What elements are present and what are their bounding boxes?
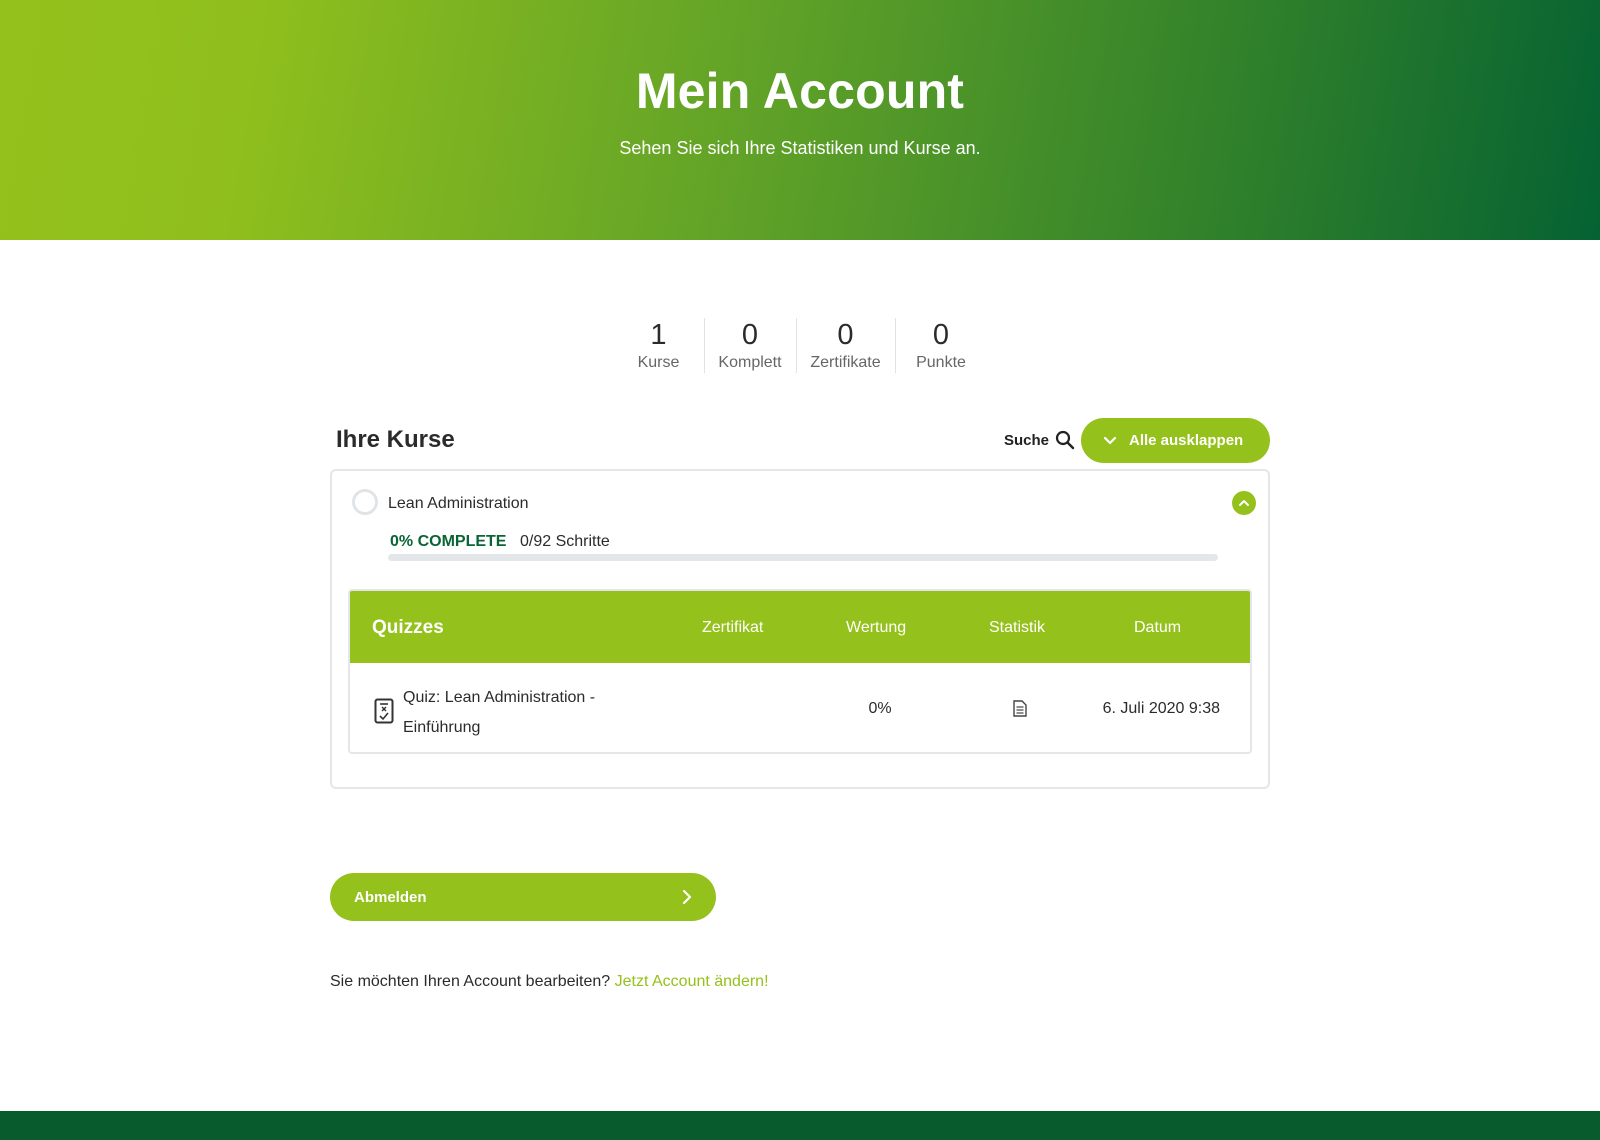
- logout-label: Abmelden: [354, 888, 427, 906]
- stat-label: Komplett: [718, 354, 782, 371]
- chevron-up-icon: [1239, 500, 1249, 506]
- chevron-right-icon: [682, 889, 692, 905]
- quiz-table: Quizzes Zertifikat Wertung Statistik Dat…: [348, 589, 1252, 754]
- footer: [0, 1111, 1600, 1140]
- stat-label: Zertifikate: [810, 354, 881, 371]
- search-label: Suche: [1004, 431, 1050, 449]
- stat-complete: 0 Komplett: [703, 318, 796, 373]
- statistics-document-icon[interactable]: [1013, 700, 1027, 717]
- stat-points: 0 Punkte: [894, 318, 987, 373]
- page-subtitle: Sehen Sie sich Ihre Statistiken und Kurs…: [619, 138, 981, 158]
- course-title-link[interactable]: Lean Administration: [388, 495, 529, 513]
- edit-account-text: Sie möchten Ihren Account bearbeiten? Je…: [330, 973, 769, 991]
- table-row: Quiz: Lean Administration - Einführung 0…: [350, 663, 1250, 752]
- stats-bar: 1 Kurse 0 Komplett 0 Zertifikate 0 Punkt…: [0, 318, 1600, 373]
- courses-heading: Ihre Kurse: [336, 426, 455, 453]
- stat-courses: 1 Kurse: [614, 318, 704, 373]
- header-certificate: Zertifikat: [702, 619, 764, 636]
- stat-certificates: 0 Zertifikate: [795, 318, 895, 373]
- quiz-table-header: Quizzes Zertifikat Wertung Statistik Dat…: [350, 591, 1250, 663]
- search-icon: [1055, 430, 1075, 450]
- header-date: Datum: [1134, 619, 1182, 636]
- quiz-score: 0%: [868, 700, 892, 717]
- expand-all-label: Alle ausklappen: [1129, 432, 1244, 449]
- progress-bar: [388, 554, 1218, 561]
- stat-value: 0: [741, 319, 759, 351]
- logout-button[interactable]: Abmelden: [330, 873, 716, 921]
- search-toggle[interactable]: Suche: [1004, 430, 1075, 450]
- stat-label: Punkte: [916, 354, 966, 371]
- edit-account-prompt: Sie möchten Ihren Account bearbeiten?: [330, 973, 611, 990]
- stat-value: 0: [837, 319, 854, 351]
- quiz-title-link[interactable]: Quiz: Lean Administration - Einführung: [403, 683, 633, 743]
- course-status-indicator: [352, 489, 378, 515]
- stat-label: Kurse: [637, 354, 680, 371]
- collapse-course-button[interactable]: [1232, 491, 1256, 515]
- stat-value: 1: [650, 319, 667, 351]
- header-score: Wertung: [846, 619, 907, 636]
- page-header: Mein Account Sehen Sie sich Ihre Statist…: [0, 0, 1600, 240]
- chevron-down-icon: [1103, 436, 1117, 444]
- progress-steps: 0/92 Schritte: [520, 533, 610, 550]
- progress-percentage: 0% COMPLETE: [390, 533, 507, 550]
- quiz-icon: [374, 698, 394, 724]
- expand-all-button[interactable]: Alle ausklappen: [1081, 418, 1270, 463]
- page-title: Mein Account: [635, 63, 965, 119]
- header-statistics: Statistik: [989, 619, 1046, 636]
- stat-value: 0: [932, 319, 950, 351]
- quiz-date: 6. Juli 2020 9:38: [1102, 700, 1220, 717]
- header-quizzes: Quizzes: [372, 617, 444, 638]
- course-item: Lean Administration 0% COMPLETE 0/92 Sch…: [330, 469, 1270, 789]
- edit-account-link[interactable]: Jetzt Account ändern!: [615, 973, 769, 990]
